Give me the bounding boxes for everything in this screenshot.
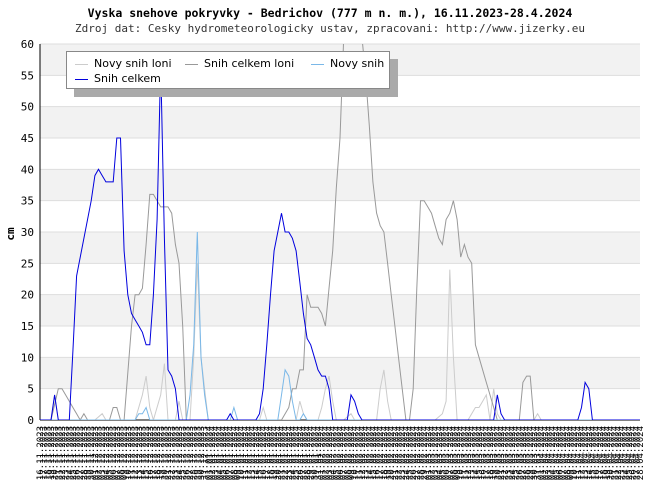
y-tick-label: 60 (21, 38, 34, 51)
legend-item: Novy snih loni (75, 57, 172, 71)
corner-label: jizerky.eu (580, 452, 640, 463)
y-tick-label: 30 (21, 226, 34, 239)
plot-band (40, 357, 640, 389)
y-tick-label: 20 (21, 289, 34, 302)
plot-band (40, 294, 640, 326)
y-tick-label: 5 (27, 383, 34, 396)
legend-swatch (75, 63, 88, 65)
y-axis-label: cm (4, 227, 17, 241)
x-tick-labels: 16.11.202317.11.202318.11.202319.11.2023… (36, 426, 646, 480)
legend-label: Snih celkem loni (204, 57, 295, 70)
legend-item: Snih celkem loni (185, 57, 294, 71)
legend-swatch (311, 63, 324, 65)
y-tick-label: 25 (21, 257, 34, 270)
legend-label: Novy snih loni (94, 57, 172, 70)
legend-swatch (75, 78, 88, 80)
y-tick-label: 0 (27, 414, 34, 427)
legend-item: Snih celkem (75, 72, 161, 86)
plot-band (40, 169, 640, 201)
legend: Novy snih loni Snih celkem loni Novy snih S… (66, 51, 390, 89)
y-tick-label: 40 (21, 163, 34, 176)
y-tick-label: 55 (21, 69, 34, 82)
legend-label: Snih celkem (94, 72, 161, 85)
y-tick-label: 35 (21, 195, 34, 208)
plot-bands (40, 44, 640, 389)
y-tick-label: 50 (21, 101, 34, 114)
y-tick-label: 15 (21, 320, 34, 333)
y-tick-label: 45 (21, 132, 34, 145)
y-tick-labels: 0 5 10 15 20 25 30 35 40 45 50 55 60 (21, 38, 34, 427)
legend-item: Novy snih (311, 57, 384, 71)
y-tick-label: 10 (21, 351, 34, 364)
plot-band (40, 232, 640, 264)
legend-swatch (185, 63, 198, 65)
legend-label: Novy snih (330, 57, 385, 70)
